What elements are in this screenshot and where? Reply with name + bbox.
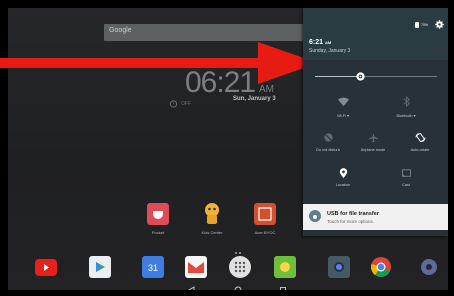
airplane-mode-label[interactable]: Airplane mode	[353, 148, 393, 152]
pocket-app-icon[interactable]	[147, 203, 169, 225]
acer-byoc-app-label: Acer BYOC	[254, 230, 276, 235]
tablet-frame: Google 06:21 AM Sun, January 3 OFF Pocke…	[0, 0, 454, 296]
red-arrow-pointer	[0, 42, 318, 84]
youtube-icon[interactable]	[35, 259, 57, 276]
svg-text:31: 31	[148, 263, 158, 273]
bluetooth-label[interactable]: Bluetooth ▾	[386, 113, 426, 118]
play-store-icon[interactable]	[89, 256, 111, 278]
chrome-icon[interactable]	[370, 256, 392, 278]
cast-label[interactable]: Cast	[386, 183, 426, 187]
google-search-logo: Google	[109, 27, 132, 34]
wifi-label[interactable]: Wi-Fi ▾	[323, 113, 363, 118]
do-not-disturb-icon[interactable]	[323, 132, 334, 143]
kids-center-app-icon[interactable]	[201, 201, 223, 224]
acer-byoc-app-icon[interactable]	[254, 203, 276, 225]
notification-title: USB for file transfer	[327, 211, 379, 217]
battery-icon	[415, 22, 419, 28]
kids-center-app-label: Kids Center	[201, 230, 223, 235]
quick-settings-gear-icon[interactable]	[435, 20, 444, 29]
bluetooth-icon[interactable]	[401, 96, 412, 107]
airplane-mode-icon[interactable]	[368, 132, 379, 143]
auto-rotate-label[interactable]: Auto-rotate	[400, 148, 440, 152]
recents-button[interactable]	[279, 286, 287, 290]
photos-icon[interactable]	[274, 256, 296, 278]
do-not-disturb-label[interactable]: Do not disturb	[308, 148, 348, 152]
app-drawer-icon[interactable]	[229, 256, 251, 278]
notification-subtitle: Touch for more options.	[327, 219, 375, 224]
usb-notification[interactable]: USB for file transfer Touch for more opt…	[303, 204, 448, 230]
google-search-bar[interactable]: Google	[104, 24, 310, 41]
auto-rotate-icon[interactable]	[415, 132, 426, 143]
settings-icon[interactable]	[418, 256, 440, 278]
camera-icon[interactable]	[328, 256, 350, 278]
shade-time: 6:21 AM	[309, 39, 332, 46]
alarm-icon	[169, 100, 178, 108]
usb-icon	[309, 210, 321, 222]
brightness-slider-thumb[interactable]	[355, 71, 366, 82]
alarm-label: OFF	[181, 101, 191, 107]
back-button[interactable]	[188, 286, 196, 290]
location-label[interactable]: Location	[323, 183, 363, 187]
notification-shade: 70% 6:21 AM Sunday, January 3 Wi-Fi ▾ Bl…	[303, 8, 448, 236]
pocket-app-label: Pocket	[151, 230, 165, 235]
battery-level: 70%	[421, 23, 429, 27]
calendar-icon[interactable]: 31	[142, 256, 164, 278]
brightness-fill	[315, 76, 361, 77]
cast-icon[interactable]	[401, 168, 412, 179]
location-icon[interactable]	[338, 168, 349, 179]
home-button[interactable]	[234, 286, 242, 290]
gmail-icon[interactable]	[185, 256, 207, 278]
wifi-icon[interactable]	[338, 96, 349, 107]
shade-date: Sunday, January 3	[309, 48, 351, 54]
